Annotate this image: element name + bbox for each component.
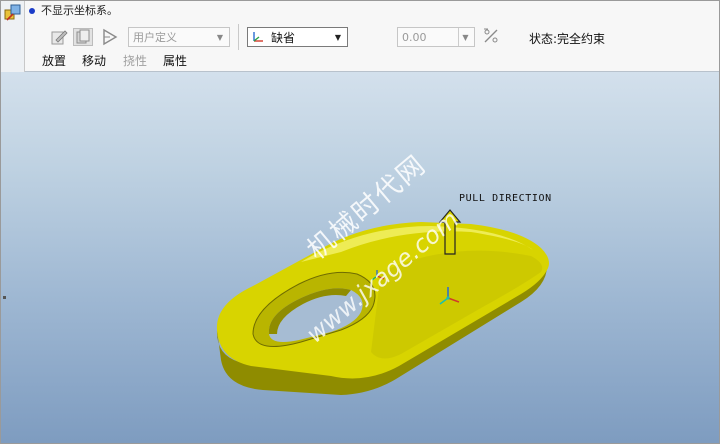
flip-button[interactable] — [100, 28, 120, 46]
message-line: 不显示坐标系。 — [29, 4, 118, 18]
chevron-down-icon: ▼ — [334, 32, 342, 42]
coordinate-system-dropdown[interactable]: 缺省 ▼ — [247, 27, 348, 47]
flip-triangle-icon — [103, 28, 118, 46]
percent-flip-icon — [484, 28, 498, 43]
constraint-status: 状态:完全约束 — [529, 32, 606, 46]
chevron-down-icon: ▼ — [216, 32, 224, 42]
window-stack-icon — [76, 29, 90, 44]
info-bullet-icon — [29, 8, 35, 14]
pencil-sheet-icon — [51, 30, 68, 45]
edit-constraint-button[interactable] — [49, 28, 69, 46]
tab-move[interactable]: 移动 — [82, 52, 106, 69]
graphics-viewport[interactable]: PULL DIRECTION 机械时代网 www.jxage.com — [1, 72, 719, 443]
viewport-edge-marker — [3, 296, 6, 299]
tab-placement[interactable]: 放置 — [42, 52, 66, 69]
dashboard-side-tab[interactable] — [1, 1, 25, 72]
toolbar-separator — [238, 24, 239, 50]
tab-properties[interactable]: 属性 — [163, 52, 187, 69]
tab-flexibility: 挠性 — [123, 54, 148, 68]
offset-value-dropdown[interactable]: 0.00 ▼ — [397, 27, 475, 47]
coordinate-system-value: 缺省 — [271, 30, 296, 45]
offset-value: 0.00 — [402, 30, 427, 44]
separate-window-button[interactable] — [73, 28, 93, 46]
axis-icon — [253, 32, 263, 42]
component-assemble-icon[interactable] — [4, 4, 22, 22]
constraint-set-value: 用户定义 — [133, 31, 177, 44]
flip-offset-button[interactable] — [481, 27, 501, 45]
constraint-set-dropdown[interactable]: 用户定义 ▼ — [128, 27, 230, 47]
message-text: 不显示坐标系。 — [41, 4, 118, 17]
pull-direction-label: PULL DIRECTION — [459, 193, 552, 204]
application-window: 不显示坐标系。 用户定义 ▼ 缺省 ▼ 0.00 ▼ 状态:完全约束 放置 移动… — [0, 0, 720, 444]
component-placement-dashboard: 不显示坐标系。 用户定义 ▼ 缺省 ▼ 0.00 ▼ 状态:完全约束 放置 移动… — [1, 1, 719, 72]
yellow-cover-part[interactable] — [1, 72, 719, 443]
chevron-down-icon: ▼ — [458, 28, 472, 46]
